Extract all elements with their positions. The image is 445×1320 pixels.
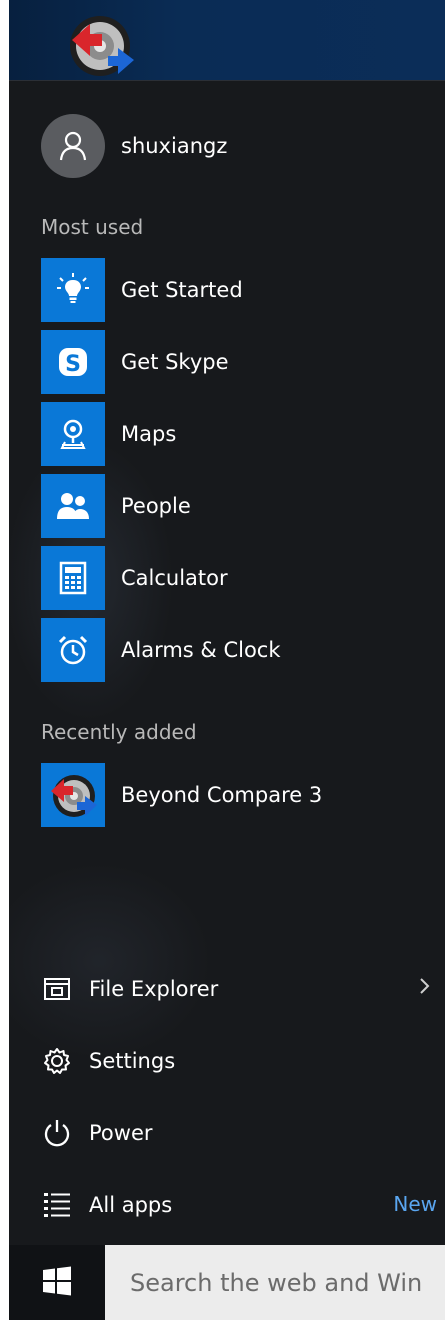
- app-label: Get Started: [121, 278, 243, 302]
- alarm-clock-icon: [41, 618, 105, 682]
- search-input[interactable]: Search the web and Win: [105, 1245, 445, 1320]
- app-get-started[interactable]: Get Started: [41, 258, 441, 322]
- skype-icon: S: [41, 330, 105, 394]
- app-label: People: [121, 494, 191, 518]
- list-icon: [41, 1189, 73, 1221]
- app-alarms-clock[interactable]: Alarms & Clock: [41, 618, 441, 682]
- app-label: Maps: [121, 422, 177, 446]
- settings-button[interactable]: Settings: [41, 1038, 437, 1084]
- folder-icon: [41, 973, 73, 1005]
- app-calculator[interactable]: Calculator: [41, 546, 441, 610]
- user-name: shuxiangz: [121, 134, 228, 158]
- calculator-icon: [41, 546, 105, 610]
- recently-added-heading: Recently added: [41, 720, 197, 744]
- app-beyond-compare[interactable]: Beyond Compare 3: [41, 763, 441, 827]
- gear-icon: [41, 1045, 73, 1077]
- file-explorer-button[interactable]: File Explorer: [41, 966, 437, 1012]
- power-button[interactable]: Power: [41, 1110, 437, 1156]
- left-edge: [0, 0, 9, 1320]
- power-icon: [41, 1117, 73, 1149]
- app-label: Beyond Compare 3: [121, 783, 323, 807]
- desktop-beyond-compare-icon[interactable]: [56, 10, 136, 78]
- all-apps-label: All apps: [89, 1193, 173, 1217]
- desktop-wallpaper: [9, 0, 445, 80]
- start-menu: shuxiangz Most used Get Started S Get Sk…: [9, 80, 445, 1246]
- app-get-skype[interactable]: S Get Skype: [41, 330, 441, 394]
- svg-text:S: S: [65, 352, 81, 377]
- lightbulb-icon: [41, 258, 105, 322]
- all-apps-button[interactable]: All apps New: [41, 1182, 437, 1228]
- power-label: Power: [89, 1121, 153, 1145]
- settings-label: Settings: [89, 1049, 176, 1073]
- app-label: Get Skype: [121, 350, 229, 374]
- user-account[interactable]: shuxiangz: [41, 114, 227, 178]
- start-button[interactable]: [9, 1245, 105, 1320]
- person-icon: [41, 114, 105, 178]
- beyond-compare-icon: [41, 763, 105, 827]
- app-label: Calculator: [121, 566, 228, 590]
- people-icon: [41, 474, 105, 538]
- file-explorer-label: File Explorer: [89, 977, 219, 1001]
- app-label: Alarms & Clock: [121, 638, 281, 662]
- app-people[interactable]: People: [41, 474, 441, 538]
- new-badge: New: [393, 1192, 437, 1216]
- windows-logo-icon: [41, 1265, 73, 1301]
- maps-icon: [41, 402, 105, 466]
- chevron-right-icon[interactable]: [419, 976, 431, 1000]
- most-used-heading: Most used: [41, 215, 144, 239]
- taskbar: Search the web and Win: [9, 1245, 445, 1320]
- app-maps[interactable]: Maps: [41, 402, 441, 466]
- search-placeholder: Search the web and Win: [130, 1268, 423, 1297]
